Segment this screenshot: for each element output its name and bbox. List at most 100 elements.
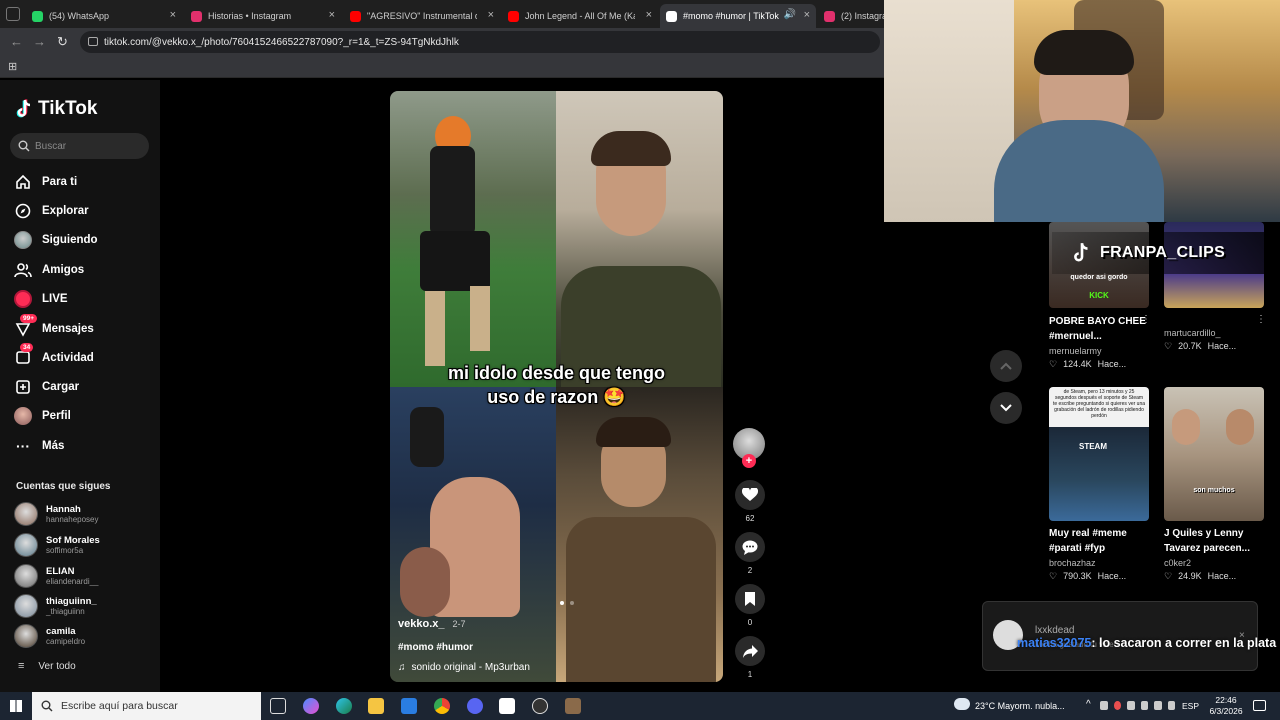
video-title[interactable]: POBRE BAYO CHEE #mernuel...	[1049, 314, 1149, 344]
edge-icon[interactable]	[336, 698, 352, 714]
app-icon[interactable]	[565, 698, 581, 714]
video-user[interactable]: mernuelarmy	[1049, 346, 1149, 356]
save-button[interactable]: 0	[735, 584, 765, 627]
file-explorer-icon[interactable]	[368, 698, 384, 714]
followed-account[interactable]: Sof Morales soffimor5a	[14, 531, 100, 559]
close-icon[interactable]: ×	[1239, 630, 1245, 641]
avatar	[14, 533, 38, 557]
tab-close-icon[interactable]: ×	[804, 9, 810, 21]
browser-tab[interactable]: #momo #humor | TikTok 🔊 ×	[660, 4, 816, 28]
share-button[interactable]: 1	[735, 636, 765, 679]
post-author[interactable]: vekko.x_ 2-7	[398, 618, 466, 630]
nav-label: Siguiendo	[42, 234, 98, 246]
search-input[interactable]	[35, 140, 145, 152]
video-thumbnail[interactable]: son muchos	[1164, 387, 1264, 521]
search-box[interactable]	[10, 133, 149, 159]
previous-post-button[interactable]	[990, 350, 1022, 382]
nav-item-siguiendo[interactable]: Siguiendo	[14, 228, 98, 252]
tab-close-icon[interactable]: ×	[170, 9, 176, 21]
nav-item-perfil[interactable]: Perfil	[14, 404, 71, 428]
more-options-icon[interactable]: ⋮	[1256, 314, 1266, 325]
video-title[interactable]: Muy real #meme #parati #fyp	[1049, 526, 1149, 556]
carousel-dot[interactable]	[560, 601, 564, 605]
clock[interactable]: 22:46 6/3/2026	[1204, 695, 1248, 717]
discord-icon[interactable]	[467, 698, 483, 714]
nav-item-live[interactable]: LIVE	[14, 287, 68, 311]
sound-name[interactable]: sonido original - Mp3urban	[412, 662, 530, 673]
browser-tab[interactable]: John Legend - All Of Me (Karao ×	[502, 4, 658, 28]
back-icon[interactable]: ←	[10, 34, 23, 49]
photo-post[interactable]: mi idolo desde que tengo uso de razon 🤩 …	[390, 91, 723, 682]
weather-icon[interactable]	[954, 698, 970, 710]
nav-item-más[interactable]: ··· Más	[14, 434, 64, 458]
video-user[interactable]: brochazhaz	[1049, 558, 1149, 568]
more-options-icon[interactable]: ⋮	[1141, 314, 1151, 325]
capcut-icon[interactable]	[499, 698, 515, 714]
post-hashtags[interactable]: #momo #humor	[398, 642, 473, 653]
nav-label: LIVE	[42, 293, 68, 305]
apps-grid-icon[interactable]: ⊞	[8, 60, 17, 73]
weather-text[interactable]: 23°C Mayorm. nubla...	[975, 701, 1065, 711]
followed-account[interactable]: thiaguiinn_ _thiaguiinn	[14, 592, 97, 620]
speaker-icon[interactable]: 🔊	[784, 9, 796, 20]
share-arrow-icon	[742, 644, 758, 658]
video-thumbnail[interactable]: de Steam, pero 13 minutos y 25 segundos …	[1049, 387, 1149, 521]
tab-close-icon[interactable]: ×	[329, 9, 335, 21]
followed-account[interactable]: Hannah hannaheposey	[14, 500, 99, 528]
notifications-icon[interactable]	[1253, 700, 1266, 711]
url-field[interactable]: tiktok.com/@vekko.x_/photo/7604152466522…	[80, 31, 880, 53]
nav-item-explorar[interactable]: Explorar	[14, 199, 89, 223]
tab-close-icon[interactable]: ×	[488, 9, 494, 21]
like-button[interactable]: 62	[735, 480, 765, 523]
next-post-button[interactable]	[990, 392, 1022, 424]
mail-icon[interactable]	[401, 698, 417, 714]
site-info-icon[interactable]	[88, 37, 98, 46]
windows-start-icon[interactable]	[10, 700, 22, 712]
video-user[interactable]: c0ker2	[1164, 558, 1264, 568]
nav-item-mensajes[interactable]: 99+ Mensajes	[14, 314, 94, 341]
browser-tab[interactable]: (54) WhatsApp ×	[26, 4, 182, 28]
chevron-up-icon	[1000, 362, 1012, 370]
obs-icon[interactable]	[532, 698, 548, 714]
account-name: camila	[46, 626, 76, 637]
nav-item-amigos[interactable]: Amigos	[14, 258, 84, 282]
browser-tab[interactable]: Historias • Instagram ×	[185, 4, 341, 28]
video-likes: 24.9K	[1178, 571, 1202, 581]
tray-icons[interactable]	[1100, 701, 1175, 711]
carousel-dot[interactable]	[570, 601, 574, 605]
nav-label: Amigos	[42, 264, 85, 276]
video-title[interactable]: J Quiles y Lenny Tavarez parecen...	[1164, 526, 1264, 556]
followed-account[interactable]: camila camipeldro	[14, 622, 85, 650]
tray-chevron-icon[interactable]: ^	[1086, 699, 1091, 710]
save-count: 0	[747, 618, 753, 627]
compass-icon	[14, 202, 32, 220]
video-card[interactable]: de Steam, pero 13 minutos y 25 segundos …	[1049, 387, 1149, 582]
following-avatar-icon	[14, 231, 32, 249]
music-note-icon: ♫	[398, 662, 406, 673]
copilot-icon[interactable]	[303, 698, 319, 714]
video-card[interactable]: son muchos J Quiles y Lenny Tavarez pare…	[1164, 387, 1264, 582]
followed-account[interactable]: ELIAN eliandenardi__	[14, 562, 99, 590]
author-name[interactable]: vekko.x_	[398, 618, 444, 630]
follow-plus-icon[interactable]: +	[742, 454, 756, 468]
tiktok-logo[interactable]: TikTok	[16, 98, 97, 120]
nav-item-para-ti[interactable]: Para ti	[14, 170, 77, 194]
forward-icon[interactable]: →	[33, 34, 46, 49]
browser-tab[interactable]: "AGRESIVO" Instrumental de R ×	[344, 4, 500, 28]
comment-button[interactable]: 2	[735, 532, 765, 575]
video-user[interactable]: martucardillo_	[1164, 328, 1264, 338]
tab-title: Historias • Instagram	[208, 11, 292, 21]
post-sound[interactable]: ♫ sonido original - Mp3urban	[398, 662, 530, 673]
tab-close-icon[interactable]: ×	[646, 9, 652, 21]
tab-title: John Legend - All Of Me (Karao	[525, 11, 635, 21]
see-all-link[interactable]: ≡ Ver todo	[18, 660, 76, 672]
webcam-overlay	[884, 0, 1280, 222]
chrome-icon[interactable]	[434, 698, 450, 714]
nav-item-cargar[interactable]: Cargar	[14, 375, 79, 399]
nav-item-actividad[interactable]: 34 Actividad	[14, 343, 94, 370]
language-indicator[interactable]: ESP	[1182, 701, 1199, 711]
taskbar-search[interactable]: Escribe aquí para buscar	[32, 692, 261, 720]
task-view-icon[interactable]	[270, 698, 286, 714]
tab-search-icon[interactable]	[6, 7, 20, 21]
reload-icon[interactable]: ↻	[57, 34, 68, 50]
